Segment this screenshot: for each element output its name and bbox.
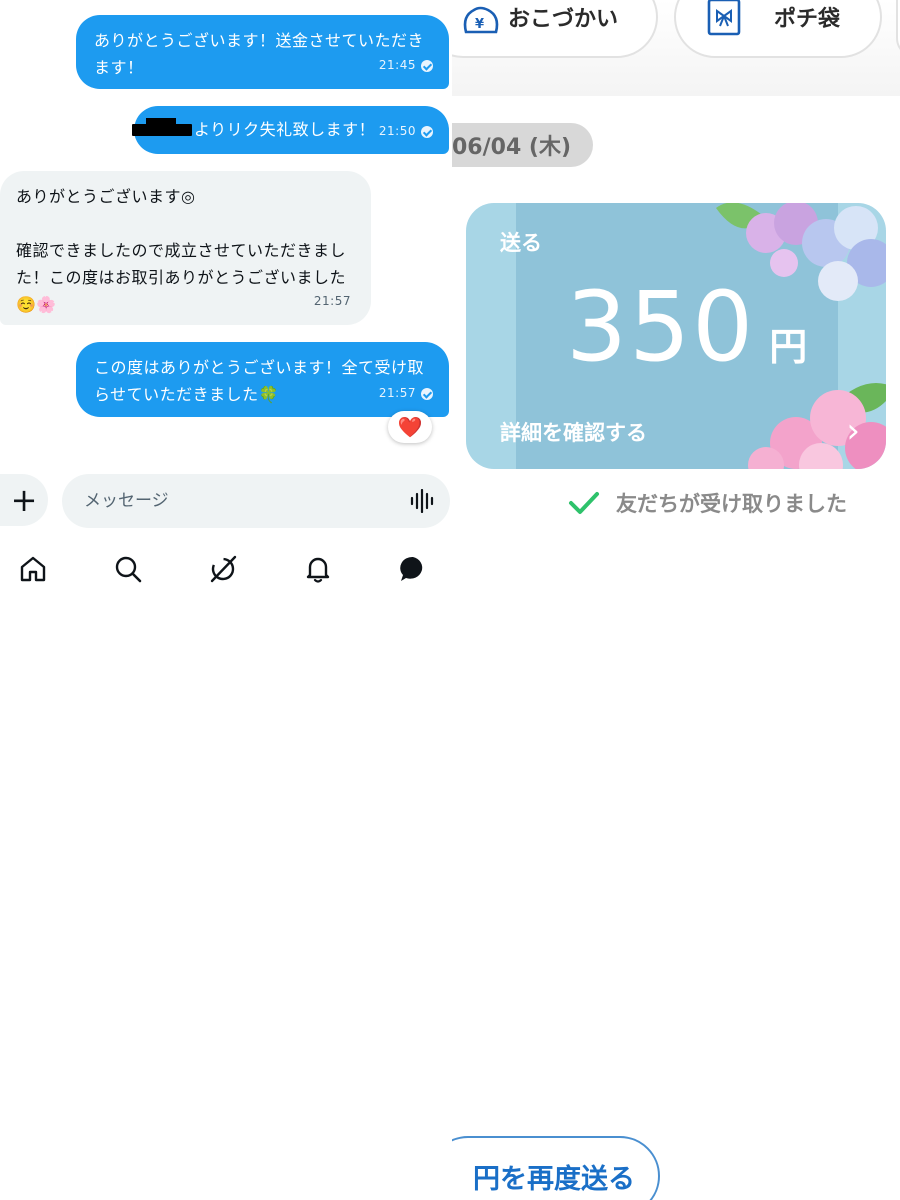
view-details-link[interactable]: 詳細を確認する	[500, 417, 647, 447]
message-meta: 21:50	[379, 118, 433, 145]
message-composer[interactable]	[62, 474, 450, 528]
message-bubble-received[interactable]: ありがとうございます◎ 確認できましたので成立させていただきました！この度はお取…	[0, 171, 371, 325]
home-icon[interactable]	[18, 554, 48, 584]
yen-pouch-icon: ¥	[463, 6, 499, 34]
chat-panel: ありがとうございます！送金させていただきます！ 21:45 よりリク失礼致します…	[0, 0, 452, 1200]
checkmark-icon	[569, 492, 599, 514]
received-status: 友だちが受け取りました	[568, 488, 847, 518]
messages-icon[interactable]	[398, 554, 428, 584]
gift-envelope-icon	[707, 0, 741, 36]
read-check-icon	[421, 387, 433, 400]
pocket-money-label: おこづかい	[508, 7, 619, 32]
bottom-nav	[0, 548, 452, 592]
redaction-mark	[132, 118, 192, 136]
pocket-money-button[interactable]: ¥ おこづかい	[452, 0, 658, 58]
message-meta: 21:45	[379, 52, 433, 79]
svg-text:¥: ¥	[475, 17, 484, 32]
message-time: 21:50	[378, 124, 416, 138]
message-input[interactable]	[82, 490, 386, 512]
chevron-right-icon[interactable]: ›	[846, 411, 860, 451]
message-bubble-sent[interactable]: この度はありがとうございます！全て受け取らせていただきました🍀 21:57	[76, 342, 449, 417]
amount-value: 350	[566, 271, 756, 383]
resend-button[interactable]: 円を再度送る	[452, 1136, 660, 1200]
message-meta: 21:57	[314, 288, 351, 315]
date-chip: 06/04 (木)	[452, 123, 594, 167]
received-status-text: 友だちが受け取りました	[616, 492, 847, 516]
search-icon[interactable]	[113, 554, 143, 584]
payment-panel: ¥ おこづかい ポチ袋 06/04 (木) 送る 350 円 詳細を確認する ›…	[452, 0, 900, 1200]
message-time: 21:45	[378, 58, 416, 72]
bell-icon[interactable]	[303, 554, 333, 584]
message-bubble-sent[interactable]: ありがとうございます！送金させていただきます！ 21:45	[76, 15, 449, 89]
message-time: 21:57	[313, 294, 351, 308]
amount-unit: 円	[769, 325, 810, 369]
heart-reaction-icon[interactable]: ❤️	[388, 411, 432, 443]
voice-message-icon[interactable]	[410, 489, 436, 513]
read-check-icon	[421, 125, 433, 138]
message-text: ありがとうございます◎ 確認できましたので成立させていただきました！この度はお取…	[16, 187, 347, 314]
card-title: 送る	[500, 231, 542, 255]
read-check-icon	[421, 59, 433, 72]
message-time: 21:57	[378, 386, 416, 400]
amount-display: 350 円	[566, 279, 809, 375]
grok-icon[interactable]	[208, 554, 238, 584]
message-meta: 21:57	[379, 380, 433, 407]
add-attachment-button[interactable]: +	[0, 474, 48, 526]
payment-card[interactable]: 送る 350 円 詳細を確認する ›	[466, 203, 886, 469]
pochi-bag-label: ポチ袋	[774, 7, 841, 32]
pochi-bag-button[interactable]: ポチ袋	[674, 0, 882, 58]
